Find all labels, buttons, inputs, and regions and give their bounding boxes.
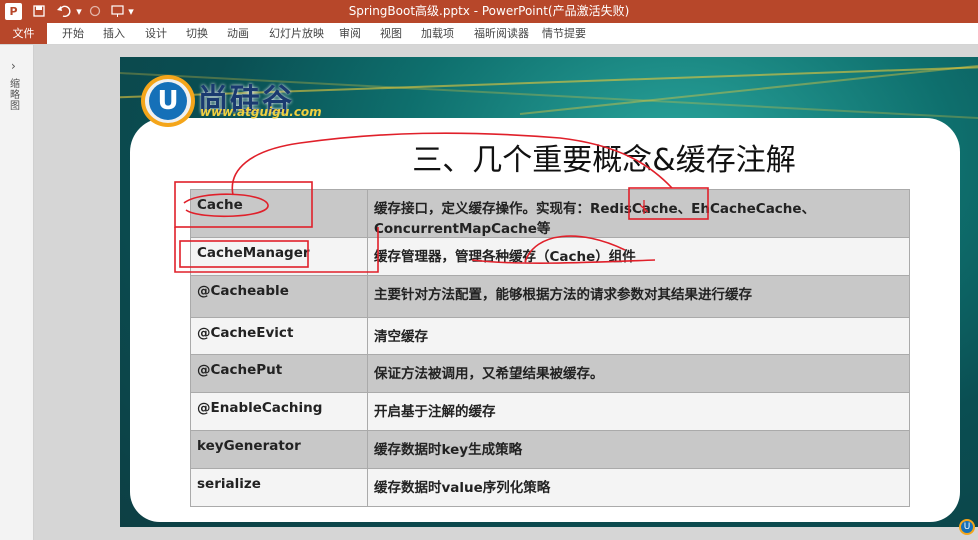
concept-key: keyGenerator <box>190 430 368 469</box>
table-row: keyGenerator 缓存数据时key生成策略 <box>190 430 910 469</box>
concept-key: @CacheEvict <box>190 317 368 355</box>
table-row: Cache 缓存接口，定义缓存操作。实现有：RedisCache、EhCache… <box>190 189 910 238</box>
concept-desc: 缓存数据时value序列化策略 <box>367 468 910 507</box>
concept-desc: 缓存管理器，管理各种缓存（Cache）组件 <box>367 237 910 276</box>
slide-canvas[interactable]: U 尚硅谷 www.atguigu.com 三、几个重要概念&缓存注解 Cach… <box>120 57 978 527</box>
tab-addins[interactable]: 加载项 <box>421 23 454 44</box>
tab-home[interactable]: 开始 <box>62 23 84 44</box>
table-row: CacheManager 缓存管理器，管理各种缓存（Cache）组件 <box>190 237 910 276</box>
concept-key: @Cacheable <box>190 275 368 318</box>
atguigu-logo-icon: U <box>141 75 195 127</box>
tab-insert[interactable]: 插入 <box>103 23 125 44</box>
table-row: serialize 缓存数据时value序列化策略 <box>190 468 910 507</box>
concept-desc: 主要针对方法配置，能够根据方法的请求参数对其结果进行缓存 <box>367 275 910 318</box>
tab-file[interactable]: 文件 <box>0 23 47 44</box>
table-row: @Cacheable 主要针对方法配置，能够根据方法的请求参数对其结果进行缓存 <box>190 275 910 318</box>
table-row: @EnableCaching 开启基于注解的缓存 <box>190 392 910 431</box>
tab-slideshow[interactable]: 幻灯片放映 <box>269 23 324 44</box>
concept-desc: 清空缓存 <box>367 317 910 355</box>
tab-foxit-reader[interactable]: 福昕阅读器 <box>474 23 529 44</box>
thumbnail-pane-label[interactable]: 缩略图 <box>10 79 22 112</box>
concept-desc: 缓存接口，定义缓存操作。实现有：RedisCache、EhCacheCache、… <box>367 189 910 238</box>
concept-key: @EnableCaching <box>190 392 368 431</box>
tab-storyboarding[interactable]: 情节提要 <box>542 23 586 44</box>
window-title: SpringBoot高级.pptx - PowerPoint(产品激活失败) <box>348 4 630 18</box>
concept-key: @CachePut <box>190 354 368 393</box>
concept-key: serialize <box>190 468 368 507</box>
tab-view[interactable]: 视图 <box>380 23 402 44</box>
expand-pane-icon[interactable]: › <box>11 59 16 73</box>
concept-key: CacheManager <box>190 237 368 276</box>
table-row: @CacheEvict 清空缓存 <box>190 317 910 355</box>
slide-title: 三、几个重要概念&缓存注解 <box>412 143 796 178</box>
concept-key: Cache <box>190 189 368 238</box>
tab-design[interactable]: 设计 <box>145 23 167 44</box>
tab-animations[interactable]: 动画 <box>227 23 249 44</box>
logo-url: www.atguigu.com <box>200 105 322 119</box>
concept-desc: 开启基于注解的缓存 <box>367 392 910 431</box>
thumbnail-pane-collapsed: › 缩略图 <box>0 45 34 540</box>
atguigu-corner-icon: U <box>959 519 975 535</box>
concept-desc: 保证方法被调用，又希望结果被缓存。 <box>367 354 910 393</box>
concept-desc: 缓存数据时key生成策略 <box>367 430 910 469</box>
tab-transitions[interactable]: 切换 <box>186 23 208 44</box>
title-bar: P ▾ ▾ SpringBoot高级.pptx - PowerPoint(产品激… <box>0 0 978 23</box>
ribbon-tab-bar: 文件 开始 插入 设计 切换 动画 幻灯片放映 审阅 视图 加载项 福昕阅读器 … <box>0 23 978 45</box>
table-row: @CachePut 保证方法被调用，又希望结果被缓存。 <box>190 354 910 393</box>
tab-review[interactable]: 审阅 <box>339 23 361 44</box>
concept-table: Cache 缓存接口，定义缓存操作。实现有：RedisCache、EhCache… <box>190 189 910 507</box>
